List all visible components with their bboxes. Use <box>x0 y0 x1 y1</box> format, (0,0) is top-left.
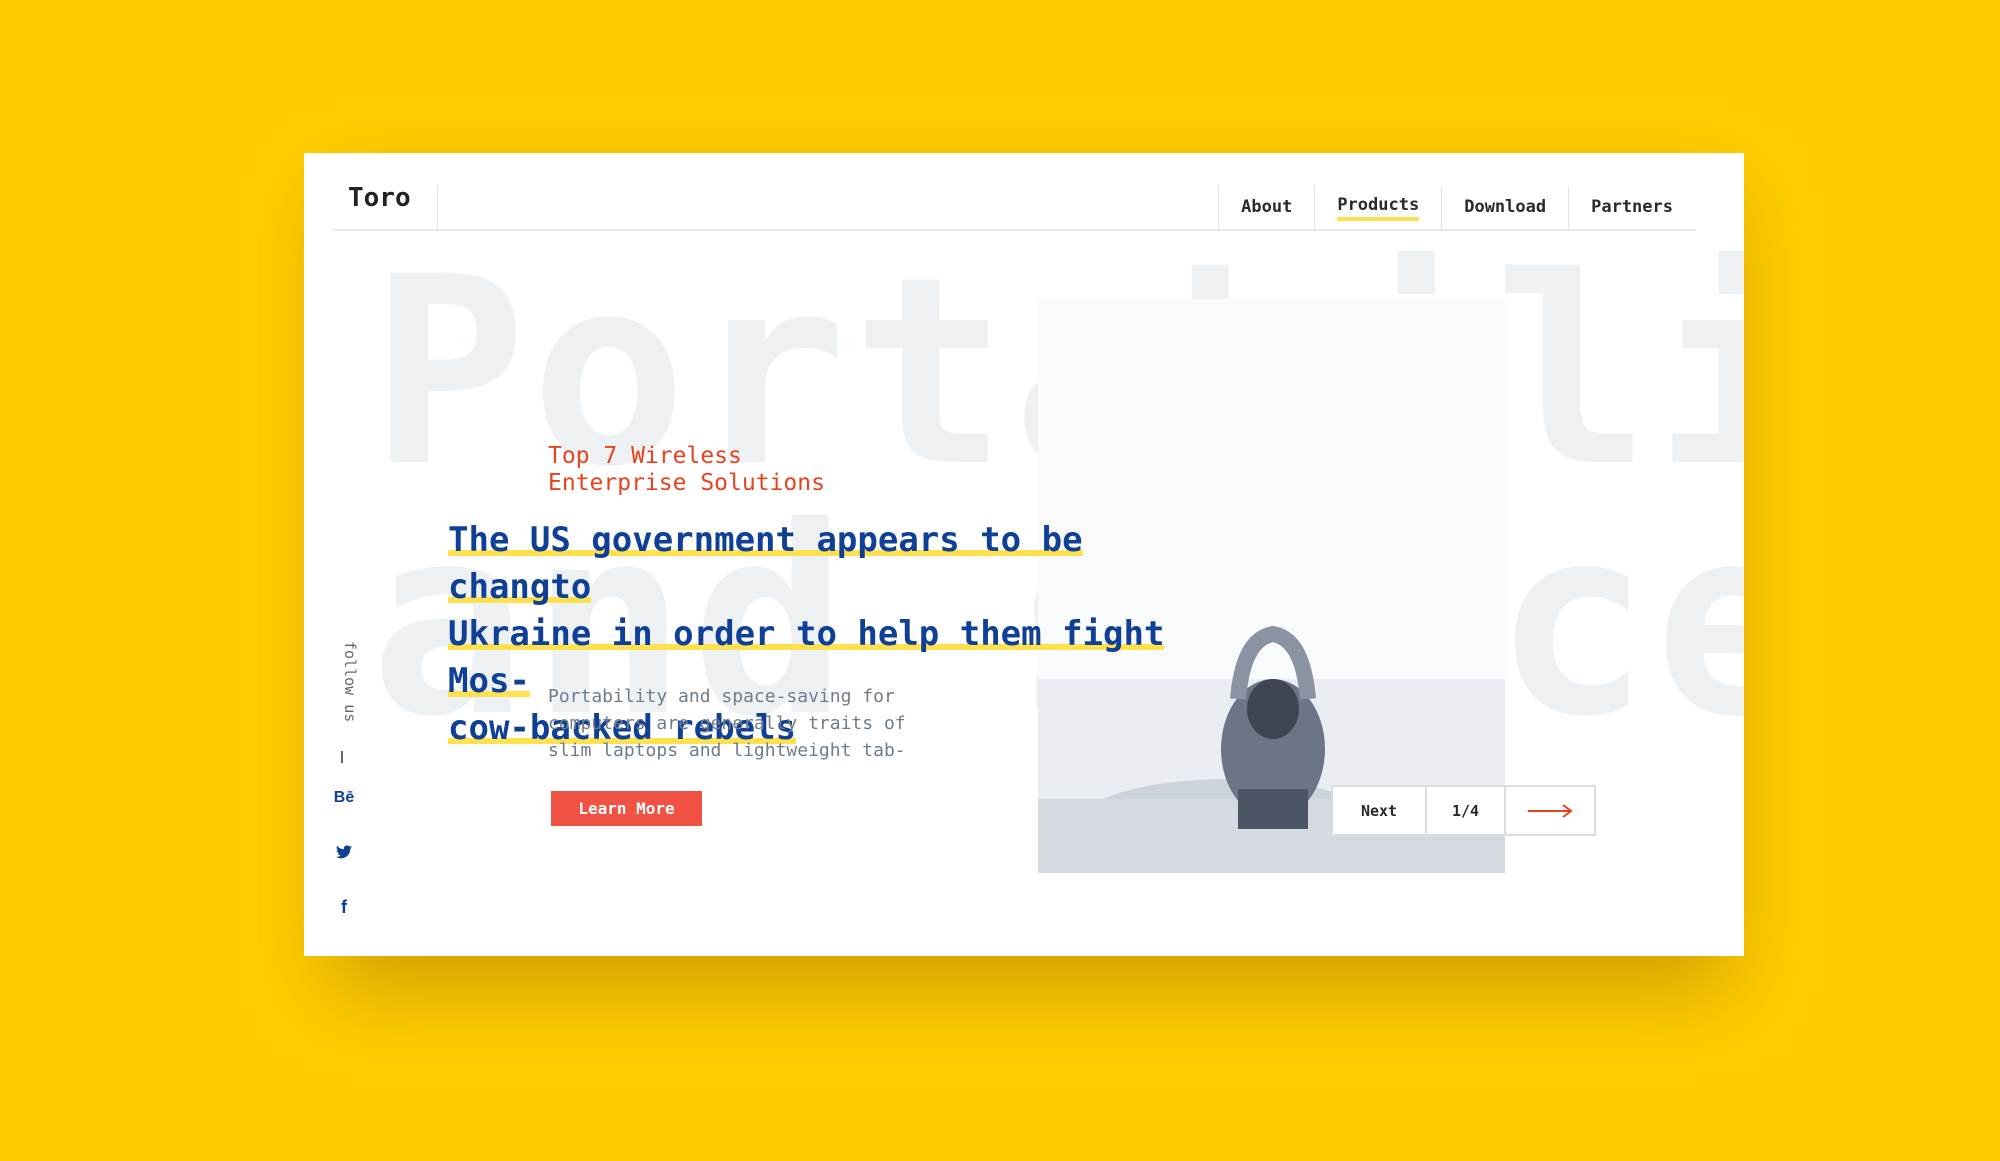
facebook-icon[interactable]: f <box>332 897 356 918</box>
description-line3: slim laptops and lightweight tab- <box>548 740 906 761</box>
brand-logo[interactable]: Toro <box>348 183 411 213</box>
twitter-icon[interactable] <box>332 845 356 864</box>
article-description: Portability and space-saving for compute… <box>548 683 928 764</box>
brand-divider <box>437 187 438 229</box>
slide-counter: 1/4 <box>1427 787 1506 834</box>
follow-us-label: follow us <box>341 641 359 723</box>
slider-control: Next 1/4 <box>1331 785 1596 836</box>
description-line1: Portability and space-saving for <box>548 686 895 707</box>
next-arrow-button[interactable] <box>1506 787 1594 834</box>
nav-item-products[interactable]: Products <box>1314 187 1441 229</box>
header-divider <box>333 229 1696 231</box>
description-line2: computers are generally traits of <box>548 713 906 734</box>
hero-card: Portability and space Toro About Product… <box>304 153 1744 956</box>
nav-item-partners[interactable]: Partners <box>1568 187 1695 229</box>
kicker-line2: Enterprise Solutions <box>548 470 825 496</box>
headline-line1: The US government appears to be changto <box>448 520 1083 607</box>
nav-item-download[interactable]: Download <box>1441 187 1568 229</box>
behance-icon[interactable]: Bē <box>332 789 356 807</box>
follow-divider <box>341 751 343 763</box>
next-button[interactable]: Next <box>1333 787 1427 834</box>
article-kicker: Top 7 Wireless Enterprise Solutions <box>548 443 868 497</box>
arrow-right-icon <box>1528 803 1573 818</box>
learn-more-button[interactable]: Learn More <box>551 791 702 826</box>
main-nav: About Products Download Partners <box>1218 187 1695 229</box>
kicker-line1: Top 7 Wireless <box>548 443 742 469</box>
nav-item-about[interactable]: About <box>1218 187 1314 229</box>
